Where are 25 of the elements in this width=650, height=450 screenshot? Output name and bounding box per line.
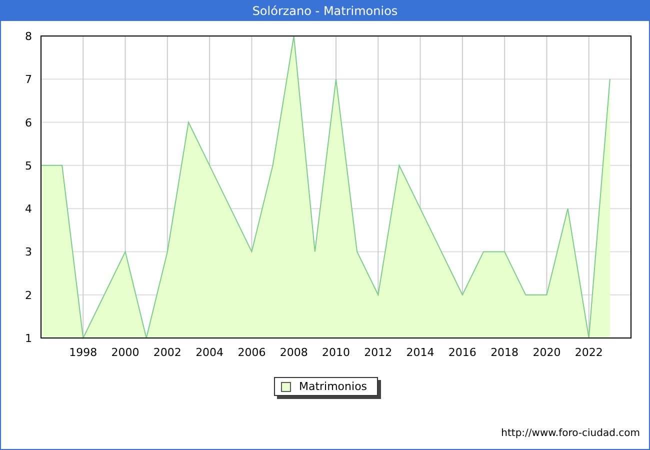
- y-tick-label: 7: [25, 73, 32, 86]
- x-tick-label: 2004: [196, 346, 224, 359]
- x-tick-label: 2002: [153, 346, 182, 359]
- x-tick-label: 2008: [280, 346, 308, 359]
- source-url: http://www.foro-ciudad.com: [501, 428, 640, 439]
- y-tick-label: 3: [25, 246, 32, 259]
- chart-title: Solórzano - Matrimonios: [1, 1, 649, 21]
- x-tick-label: 2020: [532, 346, 561, 359]
- x-tick-label: 2010: [322, 346, 350, 359]
- y-tick-label: 4: [25, 202, 32, 216]
- x-tick-label: 2016: [448, 346, 476, 359]
- legend-label: Matrimonios: [298, 380, 368, 393]
- x-tick-label: 1998: [69, 346, 98, 359]
- x-tick-label: 2006: [238, 346, 266, 359]
- x-tick-label: 2012: [364, 346, 392, 359]
- x-tick-label: 2022: [574, 346, 603, 359]
- y-tick-label: 8: [25, 30, 32, 43]
- y-tick-label: 6: [25, 116, 32, 130]
- y-tick-label: 1: [25, 332, 32, 345]
- legend-swatch: [280, 382, 291, 392]
- x-tick-label: 2018: [490, 346, 519, 359]
- y-tick-label: 2: [25, 288, 32, 302]
- x-tick-label: 2014: [406, 346, 434, 359]
- x-tick-label: 2000: [111, 346, 140, 359]
- y-tick-label: 5: [25, 159, 32, 172]
